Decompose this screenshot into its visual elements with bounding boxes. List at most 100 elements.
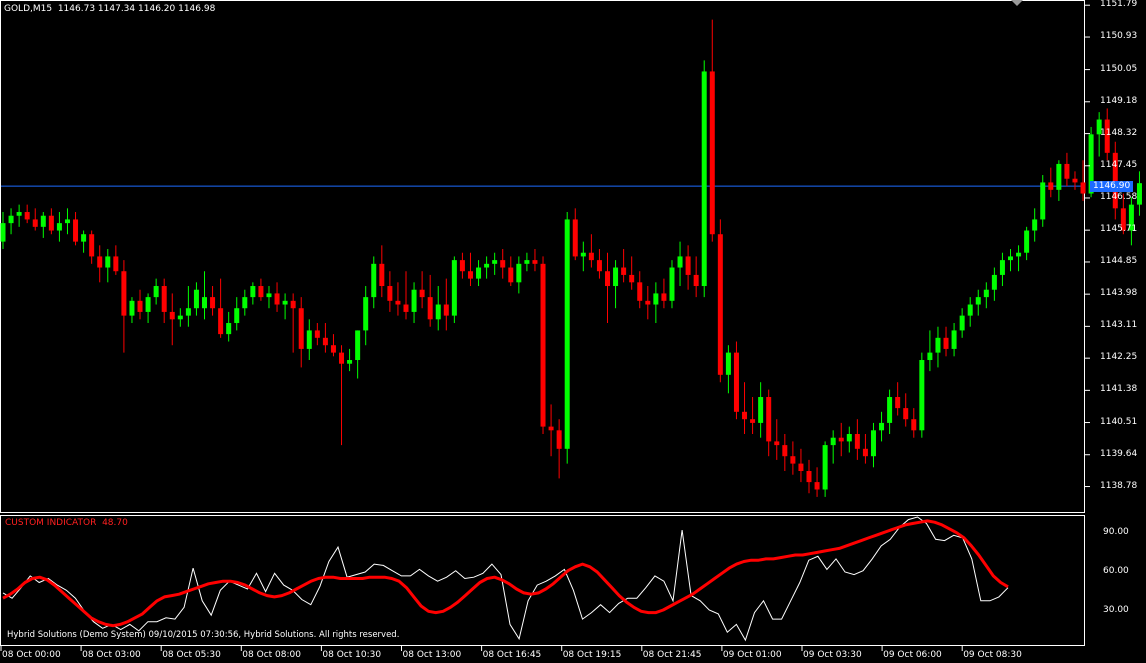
candle-body bbox=[210, 297, 216, 309]
candle-body bbox=[379, 263, 385, 287]
candle-body bbox=[742, 411, 748, 420]
candle-body bbox=[8, 215, 14, 224]
time-axis-label: 08 Oct 21:45 bbox=[642, 650, 702, 660]
candle-body bbox=[1024, 230, 1030, 253]
candle-body bbox=[1048, 182, 1054, 190]
candle-body bbox=[991, 274, 997, 290]
candle-body bbox=[153, 286, 159, 298]
price-axis-label: 1142.25 bbox=[1100, 352, 1138, 363]
candle-body bbox=[532, 260, 538, 264]
candle-body bbox=[97, 256, 103, 268]
candle-body bbox=[911, 419, 917, 431]
candle-body bbox=[492, 260, 498, 264]
candle-body bbox=[161, 286, 167, 312]
candle-body bbox=[758, 397, 764, 423]
candle-body bbox=[846, 434, 852, 442]
candle-body bbox=[202, 297, 207, 309]
candle-body bbox=[588, 252, 594, 261]
indicator-axis-label: 60.00 bbox=[1103, 565, 1129, 576]
candle-body bbox=[427, 297, 433, 320]
chart-shift-marker-icon[interactable] bbox=[1011, 0, 1023, 6]
candle-body bbox=[266, 293, 272, 298]
candle-body bbox=[81, 234, 87, 242]
candle-body bbox=[121, 271, 127, 316]
candle-body bbox=[226, 323, 232, 335]
candle-body bbox=[355, 330, 361, 361]
candle-body bbox=[177, 315, 183, 320]
candle-body bbox=[903, 408, 909, 420]
candle-body bbox=[645, 300, 651, 305]
indicator-axis-label: 90.00 bbox=[1103, 526, 1129, 537]
candle-body bbox=[443, 304, 449, 316]
candle-body bbox=[250, 286, 256, 298]
indicator-axis-label: 30.00 bbox=[1103, 605, 1129, 616]
candle-body bbox=[870, 430, 876, 457]
candle-body bbox=[887, 397, 893, 423]
candle-body bbox=[975, 297, 981, 305]
price-axis-label: 1141.38 bbox=[1100, 384, 1138, 395]
candle-body bbox=[459, 260, 465, 272]
candle-body bbox=[572, 219, 578, 257]
candle-body bbox=[580, 252, 586, 257]
candle-body bbox=[234, 308, 240, 324]
time-axis-label: 09 Oct 08:30 bbox=[963, 650, 1022, 660]
time-axis-label: 08 Oct 05:30 bbox=[162, 650, 221, 660]
candle-body bbox=[516, 263, 522, 283]
candle-body bbox=[411, 289, 417, 312]
candle-body bbox=[56, 223, 62, 231]
time-axis-label: 09 Oct 03:30 bbox=[803, 650, 862, 660]
candle-body bbox=[0, 223, 6, 242]
candle-body bbox=[387, 286, 393, 301]
candle-body bbox=[1032, 219, 1038, 231]
candle-body bbox=[1008, 256, 1013, 261]
candle-body bbox=[637, 282, 643, 301]
candle-body bbox=[363, 297, 369, 331]
candle-body bbox=[733, 352, 739, 412]
time-axis-label: 08 Oct 10:30 bbox=[322, 650, 382, 660]
candle-body bbox=[32, 219, 38, 227]
candle-body bbox=[951, 330, 957, 349]
time-axis-label: 08 Oct 03:00 bbox=[82, 650, 141, 660]
candle-body bbox=[193, 289, 199, 309]
price-axis-label: 1145.71 bbox=[1100, 224, 1138, 235]
candle-body bbox=[564, 219, 570, 449]
candle-body bbox=[330, 345, 336, 353]
candle-body bbox=[137, 300, 143, 312]
candle-body bbox=[419, 289, 425, 298]
candle-body bbox=[806, 471, 812, 483]
time-axis-label: 09 Oct 01:00 bbox=[722, 650, 782, 660]
candle-body bbox=[629, 274, 635, 283]
candle-body bbox=[669, 267, 675, 301]
candle-body bbox=[685, 256, 691, 275]
candle-body bbox=[613, 267, 619, 287]
time-axis-label: 08 Oct 19:15 bbox=[562, 650, 622, 660]
current-price-tag: 1146.90 bbox=[1090, 180, 1134, 192]
candle-body bbox=[709, 71, 715, 235]
candle-body bbox=[1136, 183, 1142, 205]
candle-body bbox=[822, 445, 828, 490]
candle-body bbox=[339, 352, 345, 364]
candle-body bbox=[145, 297, 151, 312]
candle-body bbox=[1056, 163, 1062, 190]
time-axis-label: 09 Oct 06:00 bbox=[883, 650, 942, 660]
candle-body bbox=[750, 419, 756, 423]
candle-body bbox=[185, 308, 191, 316]
candle-body bbox=[556, 430, 562, 449]
price-axis-label: 1146.58 bbox=[1100, 191, 1138, 202]
price-axis-label: 1150.05 bbox=[1100, 63, 1138, 74]
candle-body bbox=[605, 271, 610, 287]
candle-body bbox=[508, 267, 514, 283]
candle-body bbox=[1016, 252, 1022, 257]
time-axis-label: 08 Oct 00:00 bbox=[2, 650, 61, 660]
candle-body bbox=[959, 315, 965, 331]
candle-body bbox=[927, 352, 933, 361]
candle-body bbox=[854, 434, 860, 449]
candle-body bbox=[40, 215, 46, 227]
price-axis-label: 1151.79 bbox=[1100, 0, 1138, 10]
candle-body bbox=[540, 263, 546, 427]
candle-body bbox=[677, 256, 683, 268]
candle-body bbox=[766, 397, 772, 442]
candle-body bbox=[371, 263, 377, 298]
candle-body bbox=[322, 337, 328, 346]
candle-body bbox=[347, 360, 353, 364]
